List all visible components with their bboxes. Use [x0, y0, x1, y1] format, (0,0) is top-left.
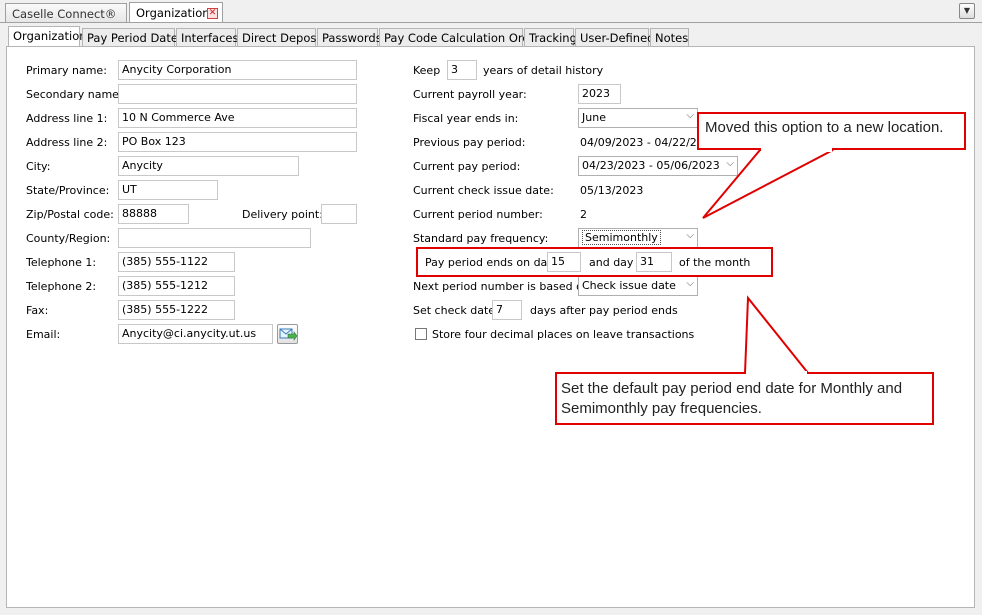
callout-pointer-moved: [702, 149, 834, 219]
callout-default-end-text: Set the default pay period end date for …: [561, 380, 903, 417]
callout-moved-text: Moved this option to a new location.: [705, 119, 944, 136]
callout-moved-option: Moved this option to a new location.: [697, 112, 966, 150]
callout-pointer-default: [743, 295, 811, 374]
annotation-arrows: [416, 149, 834, 374]
callout-joint: [746, 371, 807, 375]
highlight-box: [416, 247, 773, 277]
callout-joint: [761, 148, 832, 152]
callout-default-end-date: Set the default pay period end date for …: [555, 372, 934, 425]
